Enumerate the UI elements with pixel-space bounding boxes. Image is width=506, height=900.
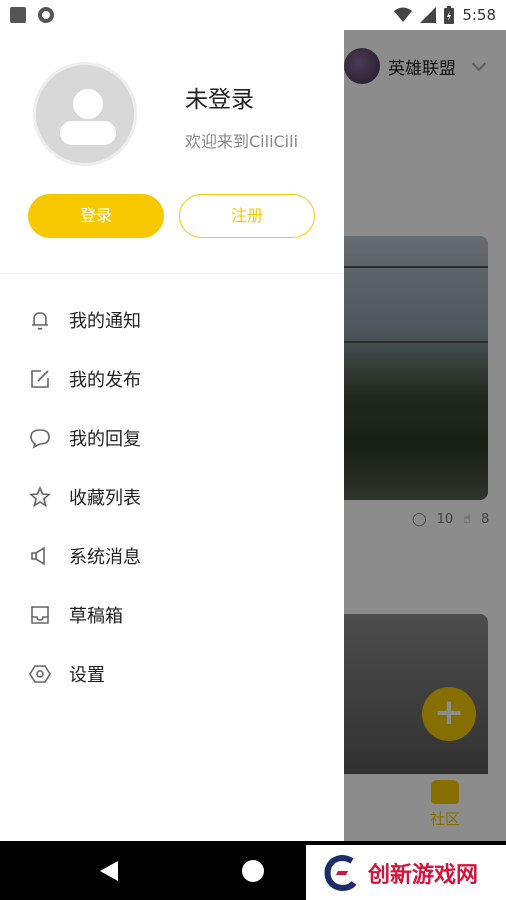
comment-icon bbox=[28, 426, 52, 450]
settings-icon bbox=[28, 662, 52, 686]
profile-section: 未登录 欢迎来到CiliCili 登录 注册 bbox=[0, 30, 344, 274]
speaker-icon bbox=[28, 544, 52, 568]
signal-icon bbox=[420, 7, 437, 23]
home-circle-icon[interactable] bbox=[242, 860, 264, 882]
login-button[interactable]: 登录 bbox=[28, 194, 164, 238]
battery-icon bbox=[444, 6, 455, 24]
wifi-icon bbox=[394, 7, 413, 22]
status-bar: 5:58 bbox=[0, 0, 506, 30]
avatar[interactable] bbox=[33, 62, 137, 166]
watermark-text: 创新游戏网 bbox=[368, 862, 479, 888]
inbox-icon bbox=[28, 603, 52, 627]
menu-item-posts[interactable]: 我的发布 bbox=[0, 349, 344, 408]
menu-item-settings[interactable]: 设置 bbox=[0, 644, 344, 703]
menu-item-label: 我的回复 bbox=[69, 428, 141, 450]
navigation-drawer: 未登录 欢迎来到CiliCili 登录 注册 我的通知 我的发布 我的回复 收藏… bbox=[0, 30, 344, 841]
sync-notification-icon bbox=[38, 7, 54, 23]
edit-icon bbox=[28, 367, 52, 391]
status-time: 5:58 bbox=[462, 6, 496, 24]
menu-item-label: 我的发布 bbox=[69, 369, 141, 391]
menu-item-label: 系统消息 bbox=[69, 546, 141, 568]
menu-item-system-messages[interactable]: 系统消息 bbox=[0, 526, 344, 585]
menu-item-label: 我的通知 bbox=[69, 310, 141, 332]
watermark: 创新游戏网 bbox=[306, 845, 506, 900]
watermark-logo-icon bbox=[322, 853, 362, 893]
menu-item-label: 收藏列表 bbox=[69, 487, 141, 509]
image-notification-icon bbox=[10, 7, 26, 23]
menu-item-label: 草稿箱 bbox=[69, 605, 123, 627]
menu-item-label: 设置 bbox=[69, 664, 105, 686]
menu-item-notifications[interactable]: 我的通知 bbox=[0, 290, 344, 349]
menu-item-drafts[interactable]: 草稿箱 bbox=[0, 585, 344, 644]
back-icon[interactable] bbox=[100, 861, 118, 881]
bell-icon bbox=[28, 308, 52, 332]
register-button[interactable]: 注册 bbox=[179, 194, 315, 238]
menu-item-replies[interactable]: 我的回复 bbox=[0, 408, 344, 467]
system-nav-bar: 创新游戏网 bbox=[0, 841, 506, 900]
welcome-text: 欢迎来到CiliCili bbox=[185, 132, 299, 151]
drawer-menu: 我的通知 我的发布 我的回复 收藏列表 系统消息 草稿箱 设置 bbox=[0, 290, 344, 703]
star-icon bbox=[28, 485, 52, 509]
menu-item-favorites[interactable]: 收藏列表 bbox=[0, 467, 344, 526]
user-name: 未登录 bbox=[185, 87, 254, 113]
